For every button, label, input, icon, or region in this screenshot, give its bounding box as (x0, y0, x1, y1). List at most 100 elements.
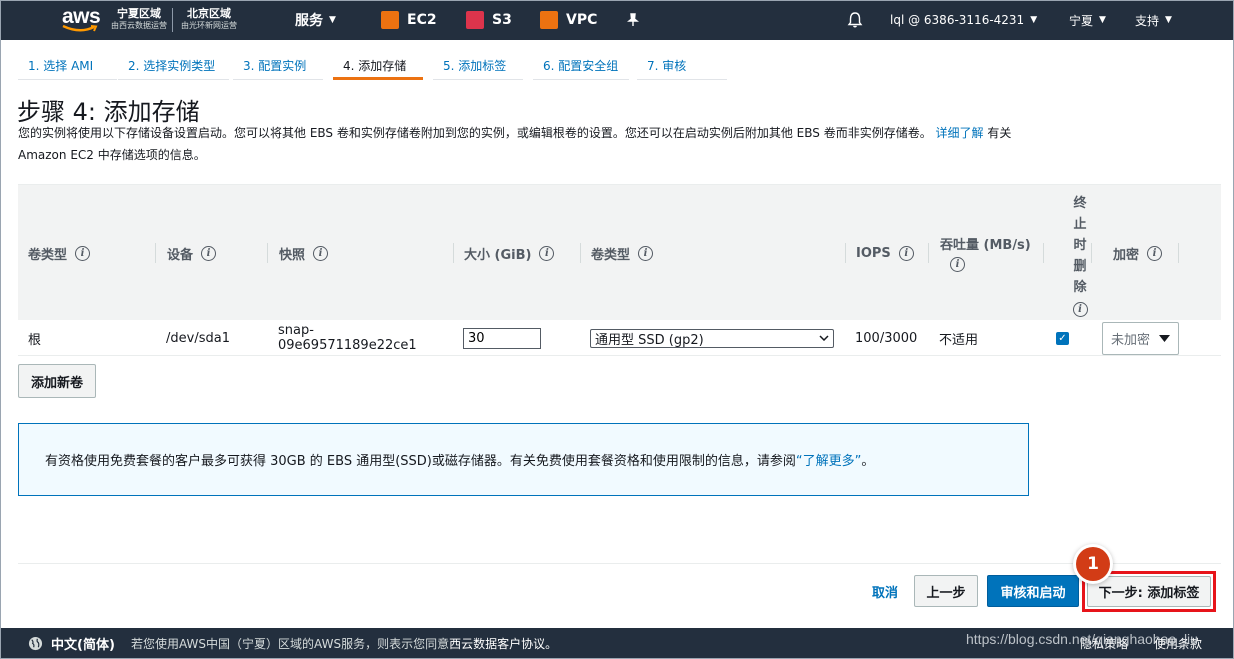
header-volume-type[interactable]: 卷类型 i (28, 185, 91, 321)
aws-smile-icon (62, 25, 98, 32)
shortcut-vpc[interactable]: VPC (540, 0, 597, 40)
header-snapshot[interactable]: 快照 i (279, 185, 329, 321)
info-icon[interactable]: i (950, 257, 965, 272)
customer-agreement-link[interactable]: 西云数据客户协议。 (449, 635, 557, 652)
region-ningxia[interactable]: 宁夏区域 由西云数据运营 (111, 0, 167, 40)
header-device[interactable]: 设备 i (167, 185, 217, 321)
info-box-tail: 。 (861, 454, 875, 469)
cell-throughput: 不适用 (939, 332, 979, 348)
header-throughput[interactable]: 吞吐量 (MB/s) i (940, 185, 1031, 321)
shortcut-s3[interactable]: S3 (466, 0, 512, 40)
column-divider (845, 243, 846, 263)
top-navigation-bar: aws 宁夏区域 由西云数据运营 北京区域 由光环新网运营 服务 ▼ EC2 S… (0, 0, 1234, 40)
info-icon[interactable]: i (75, 245, 91, 261)
shortcut-ec2[interactable]: EC2 (381, 0, 437, 40)
watermark-text: https://blog.csdn.net/qianghaohao_liu (966, 631, 1198, 647)
caret-down-icon (1159, 334, 1170, 342)
info-icon[interactable]: i (201, 245, 217, 261)
cell-ebs-volume-type: 通用型 SSD (gp2) (590, 320, 834, 356)
cell-encryption: 未加密 (1102, 320, 1179, 356)
encryption-selected: 未加密 (1111, 332, 1151, 348)
volume-type-selected: 通用型 SSD (gp2) (595, 332, 704, 348)
header-char: 除 (1073, 280, 1087, 295)
wizard-tab-review[interactable]: 7. 审核 (637, 48, 727, 80)
cell-volume-type: 根 (28, 332, 42, 348)
snapshot-id-part: snap- (278, 323, 314, 338)
shortcut-vpc-label: VPC (566, 12, 598, 28)
cancel-link[interactable]: 取消 (872, 582, 898, 601)
globe-icon (28, 636, 43, 651)
header-label: 卷类型 (28, 247, 68, 263)
chevron-down-icon: ▼ (1099, 15, 1106, 25)
column-divider (1091, 243, 1092, 263)
wizard-tab-add-tags[interactable]: 5. 添加标签 (433, 48, 523, 80)
description-text: 您的实例将使用以下存储设备设置启动。您可以将其他 EBS 卷和实例存储卷附加到您… (18, 126, 932, 140)
header-char: 终 (1073, 196, 1087, 211)
wizard-tab-configure-security-group[interactable]: 6. 配置安全组 (533, 48, 629, 80)
language-label: 中文(简体) (51, 638, 115, 653)
support-label: 支持 (1135, 13, 1160, 28)
wizard-tab-configure-instance[interactable]: 3. 配置实例 (233, 48, 323, 80)
info-icon[interactable]: i (1072, 302, 1088, 317)
language-selector[interactable]: 中文(简体) (28, 628, 115, 659)
previous-button[interactable]: 上一步 (914, 575, 978, 607)
info-icon[interactable]: i (313, 245, 329, 261)
aws-logo[interactable]: aws (62, 0, 101, 40)
info-icon[interactable]: i (898, 245, 914, 261)
cell-size (463, 320, 541, 356)
header-encryption[interactable]: 加密 i (1113, 185, 1163, 321)
region-ningxia-operator: 由西云数据运营 (111, 21, 167, 30)
shortcut-s3-label: S3 (492, 12, 512, 28)
vpc-icon (540, 11, 558, 29)
wizard-tab-label: 2. 选择实例类型 (128, 59, 216, 73)
wizard-tab-label: 3. 配置实例 (243, 59, 307, 73)
header-size[interactable]: 大小 (GiB) i (464, 185, 555, 321)
region-divider (172, 8, 173, 32)
shortcut-ec2-label: EC2 (407, 12, 437, 28)
agreement-notice: 若您使用AWS中国（宁夏）区域的AWS服务，则表示您同意 西云数据客户协议。 (131, 628, 557, 659)
learn-more-free-tier-link[interactable]: “了解更多” (796, 450, 861, 469)
volume-type-select[interactable]: 通用型 SSD (gp2) (590, 328, 834, 348)
header-char: 止 (1073, 217, 1087, 232)
support-menu[interactable]: 支持 ▼ (1135, 0, 1172, 40)
region-beijing[interactable]: 北京区域 由光环新网运营 (181, 0, 237, 40)
encryption-select[interactable]: 未加密 (1102, 321, 1179, 355)
wizard-tab-label: 4. 添加存储 (343, 59, 407, 73)
pin-icon[interactable] (626, 0, 640, 40)
wizard-tab-choose-instance-type[interactable]: 2. 选择实例类型 (118, 48, 229, 80)
account-label: lql @ 6386-3116-4231 (890, 13, 1025, 27)
delete-on-termination-checkbox[interactable]: ✓ (1056, 331, 1069, 345)
info-icon[interactable]: i (539, 245, 555, 261)
s3-icon (466, 11, 484, 29)
account-menu[interactable]: lql @ 6386-3116-4231 ▼ (890, 0, 1037, 40)
free-tier-info-box: 有资格使用免费套餐的客户最多可获得 30GB 的 EBS 通用型(SSD)或磁存… (18, 423, 1029, 496)
add-new-volume-button[interactable]: 添加新卷 (18, 364, 96, 398)
header-ebs-volume-type[interactable]: 卷类型 i (591, 185, 654, 321)
wizard-tab-add-storage[interactable]: 4. 添加存储 (333, 48, 423, 80)
size-input[interactable] (463, 327, 541, 349)
header-label: 快照 (279, 247, 306, 263)
info-icon[interactable]: i (638, 245, 654, 261)
header-label: IOPS (856, 245, 891, 261)
table-row: 根 /dev/sda1 snap- 09e69571189e22ce1 通用型 … (18, 320, 1221, 356)
bell-icon[interactable] (846, 0, 864, 40)
review-and-launch-button[interactable]: 审核和启动 (987, 575, 1079, 607)
cell-delete-on-termination: ✓ (1056, 320, 1069, 356)
info-box-text: 有资格使用免费套餐的客户最多可获得 30GB 的 EBS 通用型(SSD)或磁存… (45, 454, 796, 469)
wizard-tab-label: 1. 选择 AMI (28, 59, 94, 73)
page-description: 您的实例将使用以下存储设备设置启动。您可以将其他 EBS 卷和实例存储卷附加到您… (18, 122, 1038, 166)
header-iops[interactable]: IOPS i (856, 185, 914, 321)
services-menu[interactable]: 服务 ▼ (295, 0, 336, 40)
wizard-tab-choose-ami[interactable]: 1. 选择 AMI (18, 48, 117, 80)
info-icon[interactable]: i (1147, 245, 1163, 261)
column-divider (1043, 243, 1044, 263)
chevron-down-icon: ▼ (1030, 15, 1038, 25)
annotation-step-badge: 1 (1076, 547, 1110, 581)
learn-more-link[interactable]: 详细了解 (936, 126, 984, 140)
footer-divider (18, 563, 1221, 564)
chevron-down-icon: ▼ (329, 15, 336, 25)
wizard-tab-label: 7. 审核 (647, 59, 687, 73)
header-label: 加密 (1113, 247, 1140, 263)
region-menu[interactable]: 宁夏 ▼ (1069, 0, 1106, 40)
header-label: 大小 (GiB) (464, 247, 532, 263)
